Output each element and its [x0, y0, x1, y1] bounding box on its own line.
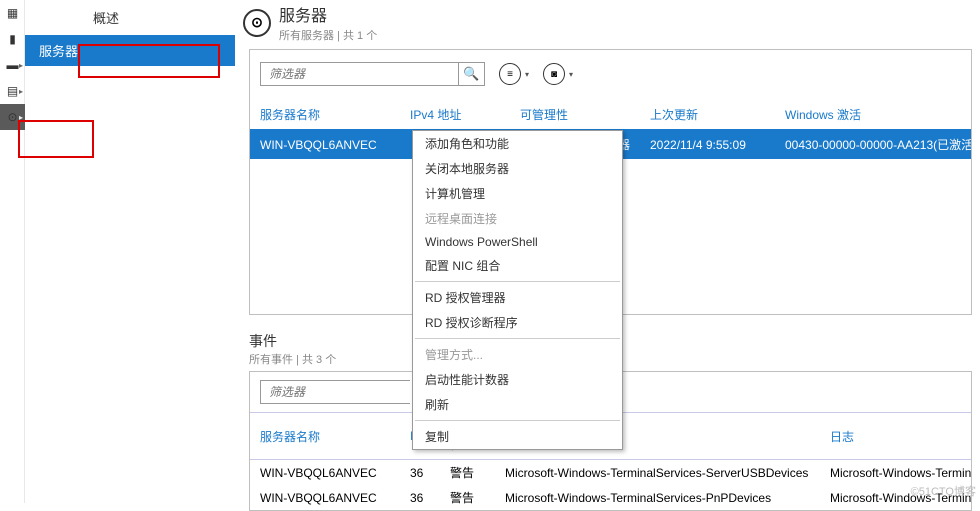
rail-rds-icon[interactable]: ⊙▸	[0, 104, 25, 130]
rail-server-icon[interactable]: ▮	[0, 26, 25, 52]
menu-separator	[415, 281, 620, 282]
col-ev-server[interactable]: 服务器名称	[250, 413, 400, 460]
menu-shutdown-local[interactable]: 关闭本地服务器	[413, 156, 622, 181]
menu-separator	[415, 338, 620, 339]
section-title: 服务器	[279, 2, 377, 26]
rail-file-icon[interactable]: ▤▸	[0, 78, 25, 104]
table-row[interactable]: WIN-VBQQL6ANVEC 36 警告 Microsoft-Windows-…	[250, 485, 971, 510]
menu-computer-mgmt[interactable]: 计算机管理	[413, 181, 622, 206]
filter-input[interactable]	[261, 63, 458, 85]
menu-rdp: 远程桌面连接	[413, 206, 622, 231]
rail-all-servers-icon[interactable]: ▬▸	[0, 52, 25, 78]
cell: Microsoft-Windows-TerminalServices-Serve…	[495, 460, 820, 486]
menu-powershell[interactable]: Windows PowerShell	[413, 231, 622, 253]
menu-rd-license-diag[interactable]: RD 授权诊断程序	[413, 310, 622, 335]
col-server-name[interactable]: 服务器名称	[250, 100, 400, 130]
menu-start-perf[interactable]: 启动性能计数器	[413, 367, 622, 392]
menu-refresh[interactable]: 刷新	[413, 392, 622, 417]
rail-dashboard-icon[interactable]: ▦	[0, 0, 25, 26]
list-icon: ≡	[499, 63, 521, 85]
sidebar-item-servers[interactable]: 服务器	[25, 35, 235, 66]
cell: 36	[400, 485, 440, 510]
cell: WIN-VBQQL6ANVEC	[250, 460, 400, 486]
chevron-down-icon: ▾	[569, 70, 573, 79]
menu-nic-teaming[interactable]: 配置 NIC 组合	[413, 253, 622, 278]
col-ipv4[interactable]: IPv4 地址	[400, 100, 510, 130]
menu-manage-as: 管理方式...	[413, 342, 622, 367]
view-options-button[interactable]: ≡▾	[497, 63, 529, 85]
save-query-button[interactable]: ◙▾	[541, 63, 573, 85]
table-row[interactable]: WIN-VBQQL6ANVEC 36 警告 Microsoft-Windows-…	[250, 460, 971, 486]
menu-separator	[415, 420, 620, 421]
menu-add-roles[interactable]: 添加角色和功能	[413, 131, 622, 156]
events-filter-input[interactable]	[261, 381, 434, 403]
cell-activation: 00430-00000-00000-AA213(已激活)	[775, 130, 971, 160]
context-menu: 添加角色和功能 关闭本地服务器 计算机管理 远程桌面连接 Windows Pow…	[412, 130, 623, 450]
chevron-right-icon: ▸	[19, 113, 23, 122]
cell: 警告	[440, 460, 495, 486]
section-header: ⊙ 服务器 所有服务器 | 共 1 个	[235, 0, 980, 49]
cell: Microsoft-Windows-TerminalServices-PnPDe…	[495, 485, 820, 510]
cell: 36	[400, 460, 440, 486]
cell: 警告	[440, 485, 495, 510]
icon-rail: ▦ ▮ ▬▸ ▤▸ ⊙▸	[0, 0, 25, 503]
filter-input-wrap: 🔍	[260, 62, 485, 86]
servers-section-icon: ⊙	[243, 9, 271, 37]
search-icon[interactable]: 🔍	[458, 63, 484, 85]
col-ev-log[interactable]: 日志	[820, 413, 971, 460]
col-last-update[interactable]: 上次更新	[640, 100, 775, 130]
filter-bar: 🔍 ≡▾ ◙▾	[250, 56, 971, 90]
disk-icon: ◙	[543, 63, 565, 85]
menu-copy[interactable]: 复制	[413, 424, 622, 449]
cell-server-name: WIN-VBQQL6ANVEC	[250, 130, 400, 160]
events-filter-wrap	[260, 380, 410, 404]
chevron-down-icon: ▾	[525, 70, 529, 79]
chevron-right-icon: ▸	[19, 61, 23, 70]
chevron-right-icon: ▸	[19, 87, 23, 96]
sidebar: 概述 服务器	[25, 0, 235, 503]
sidebar-item-overview[interactable]: 概述	[25, 0, 235, 35]
cell-last-update: 2022/11/4 9:55:09	[640, 130, 775, 160]
cell: Microsoft-Windows-Terminal	[820, 460, 971, 486]
section-subtitle: 所有服务器 | 共 1 个	[279, 27, 377, 43]
menu-rd-license-manager[interactable]: RD 授权管理器	[413, 285, 622, 310]
cell: WIN-VBQQL6ANVEC	[250, 485, 400, 510]
watermark: ©51CTO博客	[911, 483, 976, 499]
col-activation[interactable]: Windows 激活	[775, 100, 971, 130]
col-manageability[interactable]: 可管理性	[510, 100, 640, 130]
